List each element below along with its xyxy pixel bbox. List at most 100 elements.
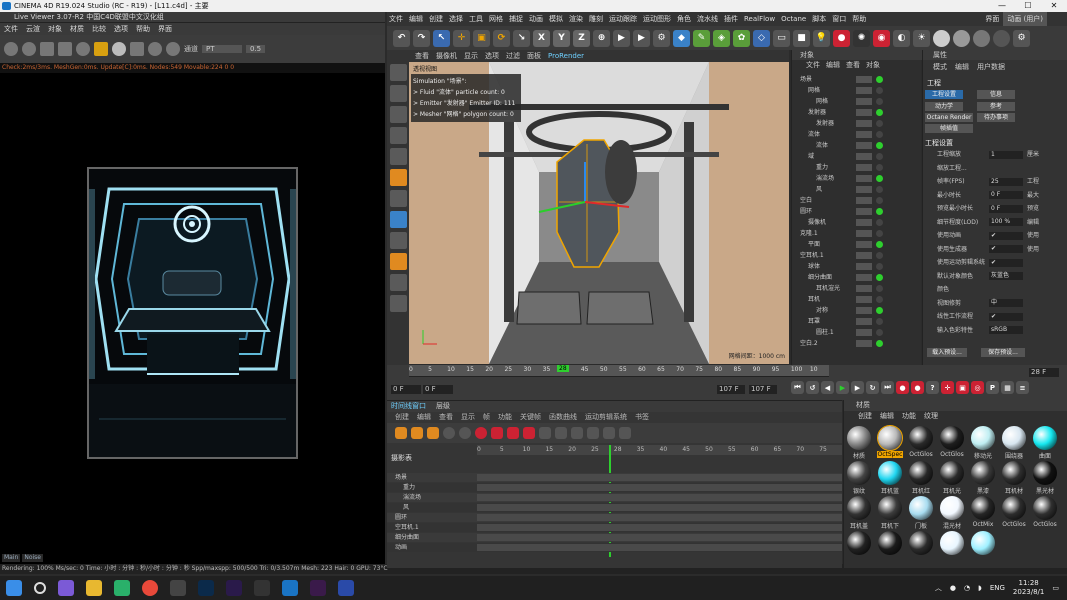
select-icon[interactable]: ↖ <box>433 29 450 47</box>
ds-menu-item[interactable]: 帧 <box>483 412 490 422</box>
object-row[interactable]: 球体 <box>792 261 922 272</box>
menu-item[interactable]: 文件 <box>389 12 403 26</box>
material-thumbnail[interactable] <box>1002 461 1026 485</box>
undo-icon[interactable]: ↶ <box>393 29 410 47</box>
lv-menu-item[interactable]: 选项 <box>114 23 128 35</box>
visibility-toggle[interactable] <box>856 219 872 226</box>
object-row[interactable]: 发射器 <box>792 118 922 129</box>
dope-sheet-ruler[interactable]: 0 5 10 15 20 25 28 35 40 45 50 55 60 65 70 75 <box>477 445 842 455</box>
pause-icon[interactable] <box>40 42 54 56</box>
menu-item[interactable]: 捕捉 <box>509 12 523 26</box>
cloner-icon[interactable]: ✿ <box>733 29 750 47</box>
pin-icon[interactable] <box>166 42 180 56</box>
object-tag-icon[interactable] <box>876 197 883 204</box>
object-row[interactable]: 耳罩 <box>792 316 922 327</box>
octane-daylight-icon[interactable]: ☀ <box>913 29 930 47</box>
ds-menu-item[interactable]: 编辑 <box>417 412 431 422</box>
object-row[interactable]: 耳机 <box>792 294 922 305</box>
key-tool-icon[interactable] <box>491 427 503 439</box>
param-key-icon[interactable]: P <box>986 381 999 394</box>
visibility-toggle[interactable] <box>856 175 872 182</box>
object-row[interactable]: 克隆.1 <box>792 228 922 239</box>
material-thumbnail[interactable] <box>940 496 964 520</box>
vp-menu-item[interactable]: 过滤 <box>506 50 520 62</box>
material-thumbnail[interactable] <box>940 531 964 555</box>
floor-icon[interactable]: ▭ <box>773 29 790 47</box>
tweak-mode-icon[interactable] <box>389 211 407 228</box>
material-thumbnail[interactable] <box>847 426 871 450</box>
object-row[interactable]: 空白 <box>792 195 922 206</box>
visibility-toggle[interactable] <box>856 186 872 193</box>
octane-render-icon[interactable]: ● <box>833 29 850 47</box>
tab-dynamics[interactable]: 动力学 <box>925 102 963 111</box>
cinema4d-taskbar-icon[interactable] <box>282 580 298 596</box>
prev-frame-icon[interactable]: ◀ <box>821 381 834 394</box>
attribute-value[interactable]: 100 % <box>989 218 1023 226</box>
object-row[interactable]: 重力 <box>792 162 922 173</box>
after-effects-icon[interactable] <box>226 580 242 596</box>
visibility-toggle[interactable] <box>856 230 872 237</box>
mat-menu-item[interactable]: 功能 <box>902 411 916 421</box>
material-thumbnail[interactable] <box>909 531 933 555</box>
object-tag-icon[interactable] <box>876 76 883 83</box>
dope-sheet-row[interactable]: 圆环 <box>387 513 842 522</box>
menu-item[interactable]: RealFlow <box>744 12 775 26</box>
tab-layers[interactable]: 层级 <box>436 401 450 412</box>
object-row[interactable]: 摄像机 <box>792 217 922 228</box>
settings-icon[interactable] <box>76 42 90 56</box>
object-tag-icon[interactable] <box>876 318 883 325</box>
vp-menu-item[interactable]: 摄像机 <box>436 50 457 62</box>
premiere-icon[interactable] <box>310 580 326 596</box>
octane-tag-icon[interactable]: ◐ <box>893 29 910 47</box>
object-row[interactable]: 圆环 <box>792 206 922 217</box>
photoshop-icon[interactable] <box>198 580 214 596</box>
attr-menu-item[interactable]: 用户数据 <box>977 62 1005 72</box>
menu-item[interactable]: 工具 <box>469 12 483 26</box>
x-axis-icon[interactable]: X <box>533 29 550 47</box>
record-icon[interactable]: ● <box>896 381 909 394</box>
teams-icon[interactable] <box>58 580 74 596</box>
material-thumbnail[interactable] <box>878 461 902 485</box>
grid-icon[interactable] <box>389 295 407 312</box>
lv-menu-item[interactable]: 材质 <box>70 23 84 35</box>
object-row[interactable]: 流体 <box>792 129 922 140</box>
dope-sheet-track-bar[interactable] <box>477 474 842 481</box>
model-mode-icon[interactable] <box>389 64 407 81</box>
network-icon[interactable]: ◔ <box>964 584 970 592</box>
lock-icon[interactable] <box>94 42 108 56</box>
start-frame-field[interactable]: 0 F <box>391 385 421 394</box>
dope-sheet-row[interactable]: 场景 <box>387 473 842 482</box>
mat-menu-item[interactable]: 创建 <box>858 411 872 421</box>
material-thumbnail[interactable] <box>1033 461 1057 485</box>
object-tag-icon[interactable] <box>876 142 883 149</box>
object-row[interactable]: 发射器 <box>792 107 922 118</box>
cube-icon[interactable]: ◆ <box>673 29 690 47</box>
material-thumbnail[interactable] <box>971 461 995 485</box>
curve-mode-icon[interactable] <box>459 427 471 439</box>
goto-end-icon[interactable]: ⏭ <box>881 381 894 394</box>
material-sphere-icon[interactable] <box>953 29 970 47</box>
obj-menu-item[interactable]: 文件 <box>806 60 820 70</box>
scale-key-icon[interactable]: ▣ <box>956 381 969 394</box>
visibility-toggle[interactable] <box>856 87 872 94</box>
object-tag-icon[interactable] <box>876 87 883 94</box>
object-tag-icon[interactable] <box>876 252 883 259</box>
dope-sheet-row[interactable]: 风 <box>387 503 842 512</box>
dope-sheet-row[interactable]: 动画 <box>387 543 842 552</box>
dope-sheet-row[interactable]: 湍流场 <box>387 493 842 502</box>
motion-mode-icon[interactable] <box>475 427 487 439</box>
region-icon[interactable] <box>130 42 144 56</box>
material-thumbnail[interactable] <box>847 496 871 520</box>
tab-frame-interpolation[interactable]: 帧插值 <box>925 124 973 133</box>
lv-menu-item[interactable]: 文件 <box>4 23 18 35</box>
vp-menu-item[interactable]: 查看 <box>415 50 429 62</box>
current-frame-field[interactable]: 28 F <box>1029 368 1059 377</box>
object-row[interactable]: 流体 <box>792 140 922 151</box>
key-tool-icon[interactable] <box>507 427 519 439</box>
app-icon[interactable] <box>254 580 270 596</box>
texture-mode-icon[interactable] <box>389 85 407 102</box>
object-row[interactable]: 空耳机.1 <box>792 250 922 261</box>
dope-sheet-track-bar[interactable] <box>477 524 842 531</box>
live-select-icon[interactable]: ↘ <box>513 29 530 47</box>
object-tag-icon[interactable] <box>876 153 883 160</box>
